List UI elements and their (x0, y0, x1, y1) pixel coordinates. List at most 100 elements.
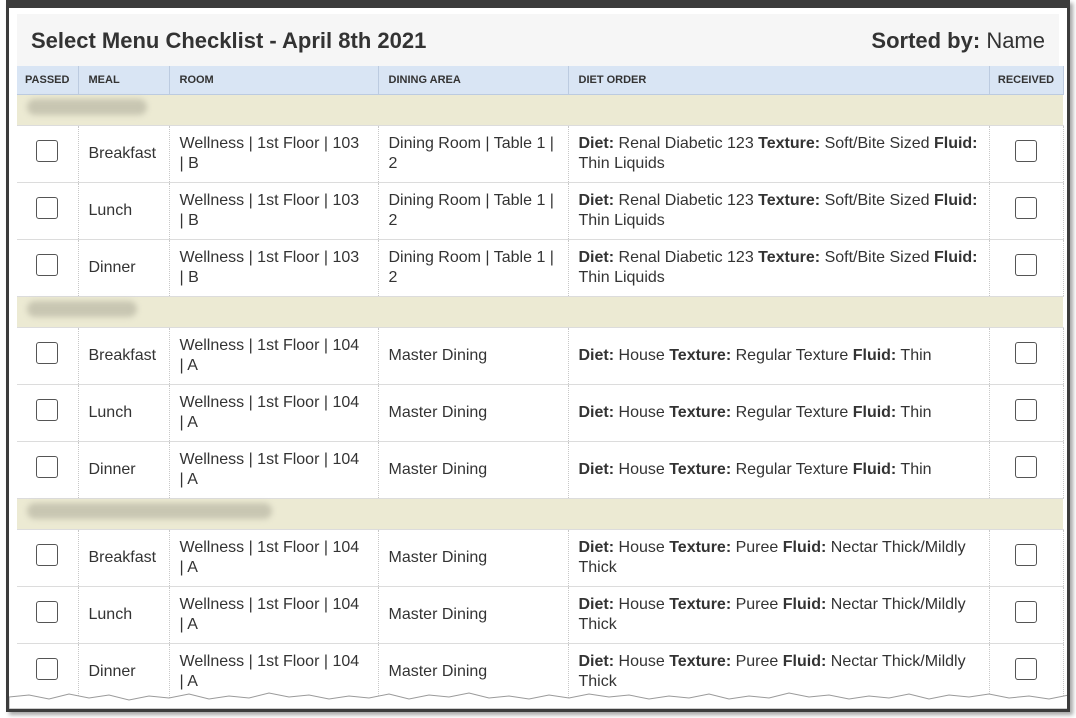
resident-group-row (17, 498, 1063, 530)
passed-checkbox[interactable] (36, 601, 59, 623)
received-cell (989, 239, 1064, 297)
texture-value: Puree (735, 653, 779, 670)
dining-area-cell: Dining Room | Table 1 | 2 (378, 182, 569, 240)
fluid-label: Fluid: (852, 347, 897, 364)
passed-cell (17, 327, 79, 385)
texture-label: Texture: (758, 249, 821, 266)
diet-value: House (618, 404, 665, 421)
room-cell: Wellness | 1st Floor | 104 | A (169, 384, 379, 442)
diet-value: House (618, 461, 665, 478)
diet-order-cell: Diet: Renal Diabetic 123 Texture: Soft/B… (568, 182, 990, 240)
texture-label: Texture: (758, 135, 821, 152)
texture-label: Texture: (669, 596, 732, 613)
meal-cell: Breakfast (78, 125, 170, 183)
diet-label: Diet: (578, 404, 615, 421)
received-cell (989, 441, 1064, 499)
received-checkbox[interactable] (1015, 342, 1037, 364)
passed-cell (17, 586, 79, 644)
table-row: Lunch Wellness | 1st Floor | 104 | A Maste… (17, 384, 1064, 442)
redacted-name (27, 99, 147, 115)
fluid-label: Fluid: (852, 404, 897, 421)
received-checkbox[interactable] (1015, 254, 1037, 276)
received-checkbox[interactable] (1015, 456, 1037, 478)
passed-checkbox[interactable] (36, 399, 59, 421)
passed-checkbox[interactable] (36, 544, 59, 566)
passed-checkbox[interactable] (36, 140, 59, 162)
meal-cell: Breakfast (78, 529, 170, 587)
diet-label: Diet: (578, 653, 615, 670)
passed-cell (17, 441, 79, 499)
table-row: Breakfast Wellness | 1st Floor | 104 | AM… (17, 529, 1064, 587)
room-cell: Wellness | 1st Floor | 104 | A (169, 586, 379, 644)
texture-value: Puree (735, 539, 779, 556)
page-title: Select Menu Checklist - April 8th 2021 (31, 28, 427, 53)
received-cell (989, 529, 1064, 587)
passed-checkbox[interactable] (36, 342, 59, 364)
col-dining-area[interactable]: DINING AREA (378, 66, 569, 95)
texture-value: Regular Texture (735, 347, 849, 364)
table-row: Breakfast Wellness | 1st Floor | 103 | BD… (17, 125, 1064, 183)
diet-order-cell: Diet: House Texture: Regular Texture Flu… (568, 327, 990, 385)
texture-value: Soft/Bite Sized (824, 135, 930, 152)
diet-order-cell: Diet: House Texture: Puree Fluid: Nectar… (568, 529, 990, 587)
panel-header: Select Menu Checklist - April 8th 2021 S… (17, 14, 1059, 66)
received-cell (989, 586, 1064, 644)
texture-label: Texture: (669, 461, 732, 478)
col-received[interactable]: RECEIVED (989, 66, 1064, 95)
fluid-label: Fluid: (852, 461, 897, 478)
resident-name-redacted (17, 296, 1063, 328)
diet-order-cell: Diet: House Texture: Puree Fluid: Nectar… (568, 586, 990, 644)
received-checkbox[interactable] (1015, 658, 1037, 680)
texture-label: Texture: (669, 347, 732, 364)
received-cell (989, 327, 1064, 385)
meal-cell: Lunch (78, 586, 170, 644)
texture-label: Texture: (669, 653, 732, 670)
fluid-value: Thin (900, 404, 932, 421)
received-checkbox[interactable] (1015, 140, 1037, 162)
received-checkbox[interactable] (1015, 601, 1037, 623)
fluid-value: Thin (900, 347, 932, 364)
received-checkbox[interactable] (1015, 197, 1037, 219)
redacted-name (27, 301, 137, 317)
meal-cell: Lunch (78, 182, 170, 240)
texture-value: Regular Texture (735, 461, 849, 478)
table-row: Breakfast Wellness | 1st Floor | 104 | AM… (17, 327, 1064, 385)
sort-label: Sorted by: (871, 28, 981, 53)
passed-cell (17, 239, 79, 297)
room-cell: Wellness | 1st Floor | 103 | B (169, 125, 379, 183)
passed-checkbox[interactable] (36, 456, 59, 478)
passed-checkbox[interactable] (36, 254, 59, 276)
received-checkbox[interactable] (1015, 544, 1037, 566)
received-checkbox[interactable] (1015, 399, 1037, 421)
fluid-label: Fluid: (933, 135, 978, 152)
passed-checkbox[interactable] (36, 658, 59, 680)
room-cell: Wellness | 1st Floor | 103 | B (169, 182, 379, 240)
meal-cell: Dinner (78, 239, 170, 297)
passed-checkbox[interactable] (36, 197, 59, 219)
diet-order-cell: Diet: Renal Diabetic 123 Texture: Soft/B… (568, 239, 990, 297)
dining-area-cell: Dining Room | Table 1 | 2 (378, 239, 569, 297)
passed-cell (17, 384, 79, 442)
diet-label: Diet: (578, 539, 615, 556)
table-row: Lunch Wellness | 1st Floor | 104 | A Maste… (17, 586, 1064, 644)
diet-label: Diet: (578, 249, 615, 266)
col-diet-order[interactable]: DIET ORDER (568, 66, 990, 95)
texture-label: Texture: (758, 192, 821, 209)
fluid-value: Thin (900, 461, 932, 478)
sort-indicator[interactable]: Sorted by: Name (871, 28, 1045, 54)
dining-area-cell: Master Dining (378, 441, 569, 499)
resident-group-row (17, 296, 1063, 328)
received-cell (989, 384, 1064, 442)
meal-cell: Lunch (78, 384, 170, 442)
col-room[interactable]: ROOM (169, 66, 379, 95)
diet-label: Diet: (578, 192, 615, 209)
col-passed[interactable]: PASSED (17, 66, 79, 95)
texture-label: Texture: (669, 404, 732, 421)
table-row: Lunch Wellness | 1st Floor | 103 | B Dinin… (17, 182, 1064, 240)
diet-label: Diet: (578, 596, 615, 613)
resident-group-row (17, 94, 1063, 126)
table-header-row: PASSED MEAL ROOM DINING AREA DIET ORDER … (17, 66, 1064, 95)
col-meal[interactable]: MEAL (78, 66, 170, 95)
table-row: Dinner Wellness | 1st Floor | 104 | A Mast… (17, 441, 1064, 499)
diet-value: House (618, 653, 665, 670)
